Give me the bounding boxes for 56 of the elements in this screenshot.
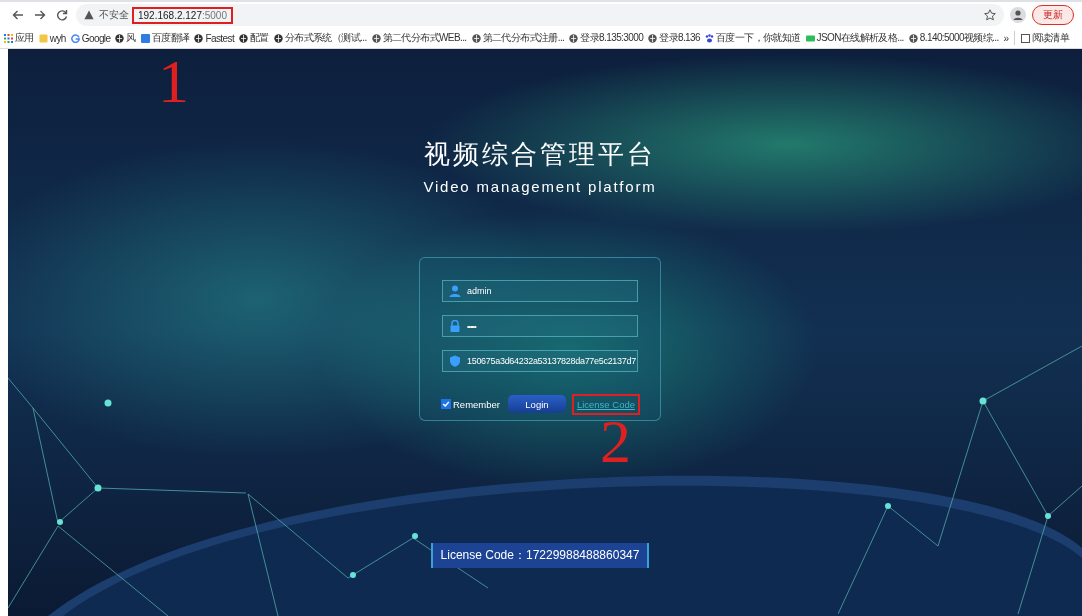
globe-icon <box>371 33 381 43</box>
globe-icon <box>648 33 658 43</box>
globe-icon <box>194 33 204 43</box>
ring-icon <box>70 33 80 43</box>
login-button[interactable]: Login <box>508 395 566 413</box>
bookmark-item[interactable]: 配置 <box>239 31 269 45</box>
bookmark-item[interactable]: 登录8.135:3000 <box>569 31 644 45</box>
bookmark-item[interactable]: 第二代分布式注册... <box>471 31 565 45</box>
reading-list-icon <box>1020 33 1030 43</box>
globe-icon <box>273 33 283 43</box>
back-icon[interactable] <box>12 9 24 21</box>
url-text[interactable]: 192.168.2.127:5000 <box>134 8 231 22</box>
bookmark-item[interactable]: 应用 <box>4 31 34 45</box>
profile-icon[interactable] <box>1010 7 1026 23</box>
platform-title: 视频综合管理平台 <box>424 138 656 171</box>
bookmark-item[interactable]: 8.140:5000视频综... <box>908 31 999 45</box>
paw-icon <box>705 33 714 43</box>
license-code-link[interactable]: License Code <box>573 395 638 413</box>
remember-checkbox[interactable]: Remember <box>441 398 500 410</box>
license-code-text: License Code：17229988488860347 <box>440 548 640 562</box>
bookmark-item[interactable]: Fastest <box>194 32 235 44</box>
license-key-field[interactable]: 150675a3d64232a53137828da77e5c2137d7 <box>442 350 638 372</box>
username-field[interactable]: admin <box>442 280 638 302</box>
bookmark-item[interactable]: 百度一下，你就知道 <box>705 31 801 45</box>
user-icon <box>449 285 461 297</box>
shield-icon <box>449 355 461 367</box>
folder-icon <box>38 33 48 43</box>
bookmark-item[interactable]: 百度翻译 <box>140 31 190 45</box>
more-bookmarks-button[interactable]: » <box>1003 32 1009 44</box>
bookmark-item[interactable]: wyh <box>38 32 66 44</box>
globe-icon <box>569 33 579 43</box>
apps-grid-icon <box>4 33 13 43</box>
globe-icon <box>115 33 125 43</box>
star-icon[interactable] <box>984 9 996 21</box>
security-label: 不安全 <box>99 8 129 22</box>
globe-icon <box>239 33 249 43</box>
warning-icon <box>84 10 94 20</box>
annotation-number: 1 <box>158 50 189 112</box>
globe-icon <box>908 33 918 43</box>
reading-list-button[interactable]: 阅读清单 <box>1013 31 1070 45</box>
square-icon <box>140 33 150 43</box>
address-bar[interactable]: 不安全 192.168.2.127:5000 <box>76 4 1004 26</box>
bookmark-item[interactable]: Google <box>70 32 111 44</box>
lock-icon <box>449 320 461 332</box>
forward-icon[interactable] <box>34 9 46 21</box>
platform-subtitle: Video management platform <box>423 178 657 195</box>
bookmark-item[interactable]: 分布式系统（测试... <box>273 31 367 45</box>
bookmark-item[interactable]: 第二代分布式WEB... <box>371 31 467 45</box>
bookmark-item[interactable]: 登录8.136 <box>648 31 700 45</box>
bookmark-item[interactable]: JSON在线解析及格... <box>805 31 904 45</box>
chat-icon <box>805 33 815 43</box>
annotation-number: 2 <box>600 410 631 472</box>
update-button[interactable]: 更新 <box>1032 5 1074 25</box>
globe-icon <box>471 33 481 43</box>
bookmark-item[interactable]: 风 <box>115 31 136 45</box>
reload-icon[interactable] <box>56 9 68 21</box>
